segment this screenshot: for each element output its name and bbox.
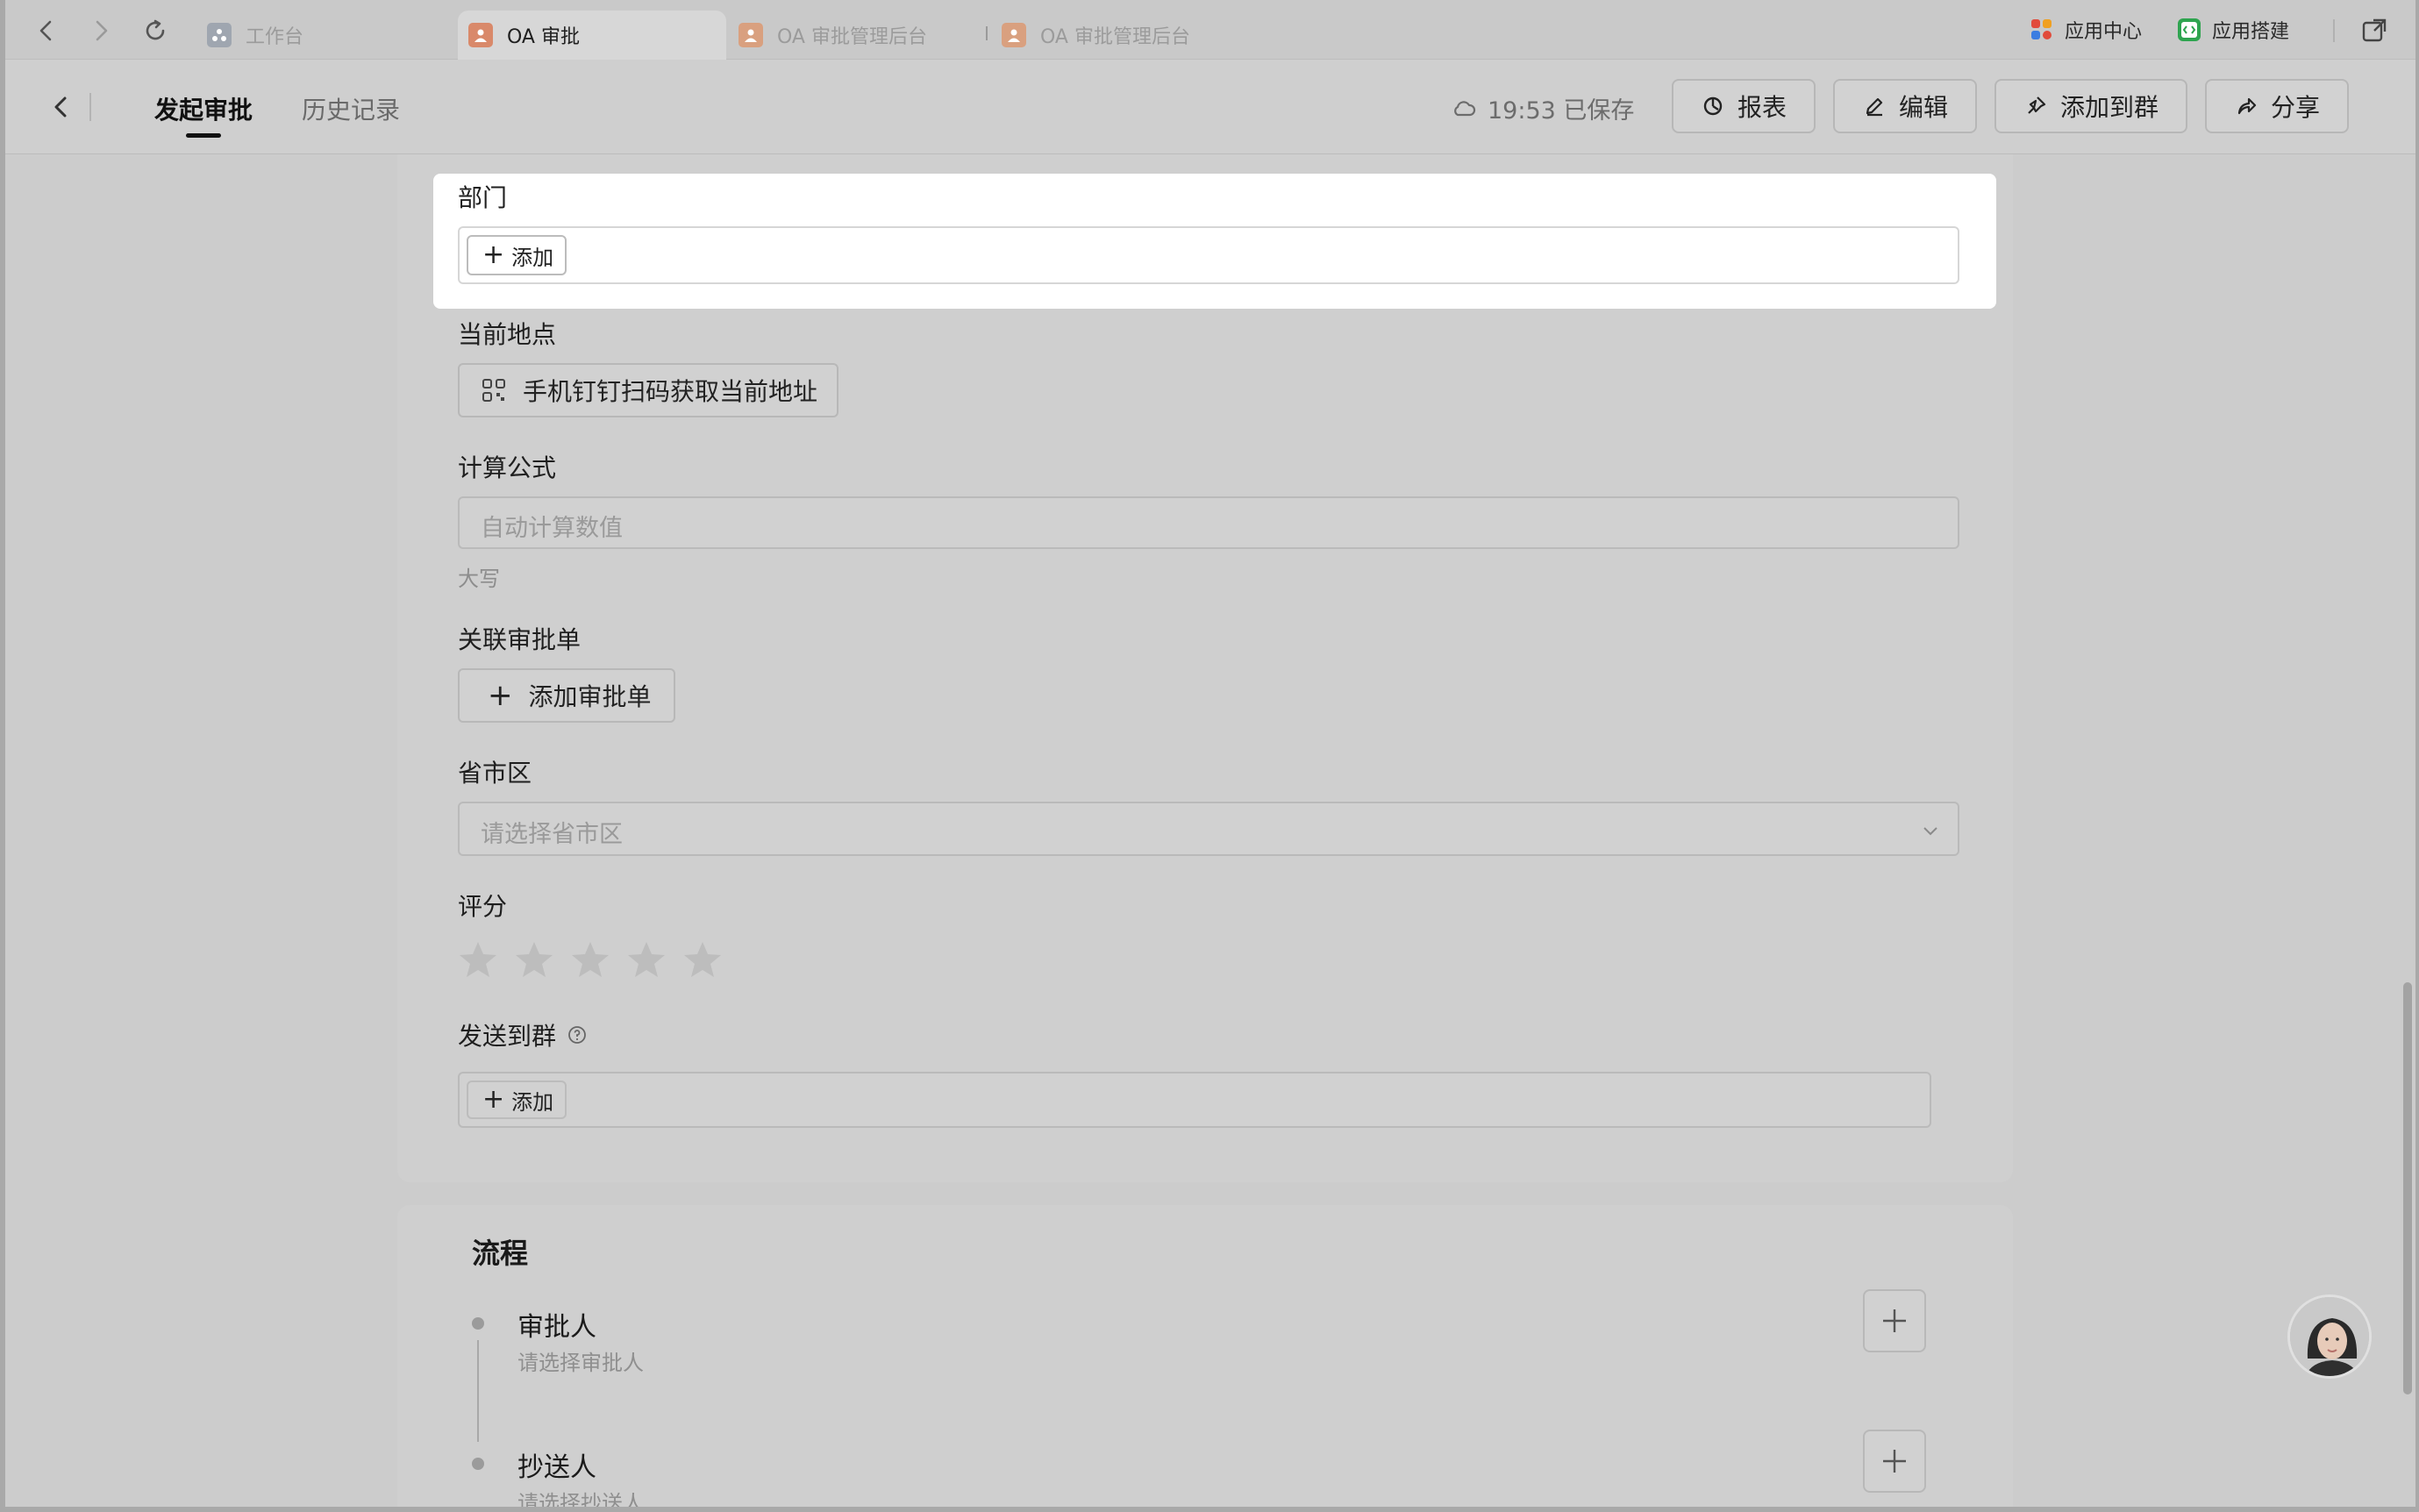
region-select[interactable]: 请选择省市区: [458, 802, 1959, 856]
oa-approval-icon: [1002, 23, 1026, 47]
flow-step-dot: [472, 1458, 484, 1470]
assistant-avatar[interactable]: [2287, 1294, 2372, 1379]
back-nav-icon[interactable]: [32, 16, 61, 46]
department-input[interactable]: + 添加: [458, 226, 1959, 284]
cc-title: 抄送人: [517, 1452, 596, 1483]
app-builder-button[interactable]: 应用搭建: [2177, 16, 2289, 44]
oa-approval-icon: [739, 23, 763, 47]
share-label: 分享: [2270, 93, 2320, 122]
star-icon[interactable]: [568, 938, 612, 982]
divider: [2333, 19, 2335, 42]
related-label: 关联审批单: [458, 625, 582, 654]
app-center-icon: [2031, 19, 2052, 39]
add-related-label: 添加审批单: [528, 682, 652, 711]
formula-hint: 大写: [458, 567, 500, 591]
send-group-field-label: 发送到群: [458, 1017, 588, 1052]
tab-label: OA 审批: [507, 26, 580, 48]
report-icon: [1703, 96, 1723, 116]
app-header: 发起审批 历史记录 19:53 已保存 报表 编辑 添加到群 分享: [5, 60, 2415, 154]
save-status: 19:53 已保存: [1451, 91, 1634, 125]
approver-subtitle: 请选择审批人: [517, 1351, 644, 1375]
star-icon[interactable]: [681, 938, 724, 982]
open-external-icon[interactable]: [2359, 16, 2389, 46]
report-button[interactable]: 报表: [1672, 79, 1816, 133]
send-group-input[interactable]: + 添加: [458, 1072, 1931, 1128]
edit-label: 编辑: [1898, 93, 1948, 122]
tab-workbench[interactable]: 工作台: [207, 11, 303, 60]
region-placeholder: 请选择省市区: [481, 821, 623, 848]
report-label: 报表: [1737, 93, 1787, 122]
divider: [89, 93, 91, 121]
workbench-icon: [207, 23, 232, 47]
tab-history[interactable]: 历史记录: [302, 91, 400, 126]
flow-title: 流程: [472, 1237, 529, 1270]
location-label: 当前地点: [458, 320, 557, 349]
rating-label: 评分: [458, 892, 508, 921]
add-approver-button[interactable]: [1863, 1289, 1926, 1352]
app-center-button[interactable]: 应用中心: [2030, 16, 2142, 44]
send-group-add-label: 添加: [511, 1089, 554, 1115]
oa-approval-icon: [468, 23, 493, 47]
star-icon[interactable]: [512, 938, 556, 982]
tab-oa-admin-1[interactable]: OA 审批管理后台: [739, 11, 927, 60]
formula-placeholder: 自动计算数值: [481, 515, 623, 542]
department-add-button[interactable]: + 添加: [467, 235, 567, 275]
plus-icon: [1883, 1309, 1906, 1332]
department-add-label: 添加: [511, 245, 554, 270]
share-button[interactable]: 分享: [2205, 79, 2349, 133]
pin-icon: [2028, 96, 2046, 114]
browser-window: 工作台 OA 审批 OA 审批管理后台 OA 审批管理后台 应用中心 应用搭建 …: [5, 0, 2415, 1507]
add-related-approval-button[interactable]: + 添加审批单: [458, 668, 675, 723]
tab-separator: [986, 26, 988, 40]
scrollbar[interactable]: [2403, 982, 2412, 1394]
star-icon[interactable]: [624, 938, 668, 982]
plus-icon: +: [488, 678, 513, 713]
app-builder-icon: [2178, 18, 2201, 41]
scan-location-label: 手机钉钉扫码获取当前地址: [523, 377, 818, 406]
scan-location-button[interactable]: 手机钉钉扫码获取当前地址: [458, 363, 838, 417]
app-center-label: 应用中心: [2065, 21, 2143, 43]
edit-button[interactable]: 编辑: [1833, 79, 1977, 133]
cloud-icon: [1454, 100, 1476, 116]
edit-icon: [1866, 97, 1883, 117]
formula-label: 计算公式: [458, 453, 557, 482]
send-group-add-button[interactable]: + 添加: [467, 1081, 567, 1119]
add-to-group-button[interactable]: 添加到群: [1994, 79, 2187, 133]
tab-bar: 工作台 OA 审批 OA 审批管理后台 OA 审批管理后台 应用中心 应用搭建: [5, 0, 2415, 60]
tab-start-approval[interactable]: 发起审批: [154, 91, 253, 126]
add-cc-button[interactable]: [1863, 1430, 1926, 1493]
approver-title: 审批人: [517, 1312, 596, 1343]
back-icon[interactable]: [42, 88, 81, 126]
region-label: 省市区: [458, 759, 532, 788]
send-group-label: 发送到群: [458, 1022, 557, 1051]
flow-step-dot: [472, 1317, 484, 1330]
department-field: 部门 + 添加: [433, 174, 1996, 309]
department-label: 部门: [458, 183, 508, 212]
tab-oa-approval[interactable]: OA 审批: [458, 11, 726, 60]
refresh-icon[interactable]: [140, 16, 170, 46]
add-to-group-label: 添加到群: [2059, 93, 2159, 122]
tab-label: 工作台: [246, 26, 304, 48]
tab-label: OA 审批管理后台: [1040, 26, 1190, 48]
star-icon[interactable]: [456, 938, 500, 982]
cc-subtitle: 请选择抄送人: [517, 1491, 644, 1507]
plus-icon: [1883, 1450, 1906, 1473]
tab-label: OA 审批管理后台: [777, 26, 927, 48]
plus-icon: +: [482, 1084, 505, 1115]
share-icon: [2237, 97, 2257, 115]
plus-icon: +: [482, 239, 505, 270]
chevron-down-icon: [1923, 827, 1937, 836]
tab-oa-admin-2[interactable]: OA 审批管理后台: [1002, 11, 1190, 60]
forward-nav-icon[interactable]: [86, 16, 116, 46]
flow-connector: [477, 1340, 479, 1442]
app-builder-label: 应用搭建: [2212, 21, 2290, 43]
save-status-text: 19:53 已保存: [1488, 97, 1635, 125]
help-icon[interactable]: [567, 1024, 588, 1045]
formula-input[interactable]: 自动计算数值: [458, 496, 1959, 549]
active-tab-indicator: [186, 133, 221, 138]
qrcode-icon: [482, 379, 505, 402]
